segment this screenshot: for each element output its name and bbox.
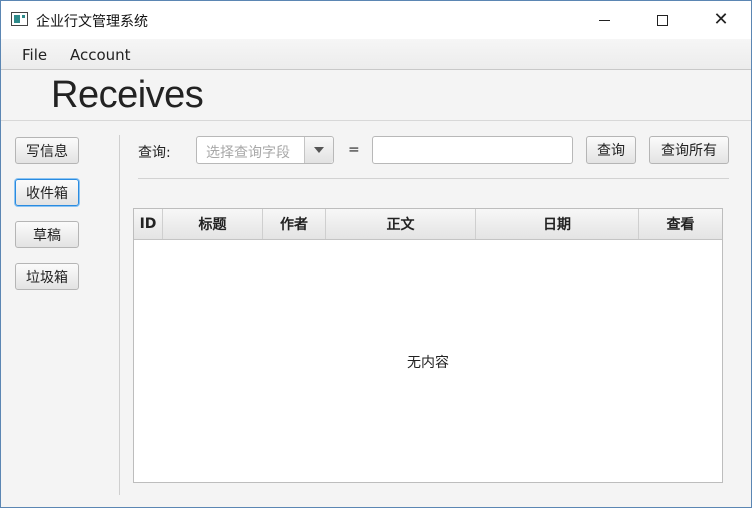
search-button[interactable]: 查询 xyxy=(586,136,636,164)
menu-file[interactable]: File xyxy=(22,46,47,64)
equals-label: = xyxy=(348,142,360,158)
query-value-input[interactable] xyxy=(372,136,573,164)
minimize-icon xyxy=(598,19,610,21)
column-header-author[interactable]: 作者 xyxy=(263,209,326,239)
sidebar-divider xyxy=(119,135,120,495)
sidebar-item-trash[interactable]: 垃圾箱 xyxy=(15,263,79,290)
page-header: Receives xyxy=(1,71,751,121)
messages-table[interactable]: ID 标题 作者 正文 日期 查看 无内容 xyxy=(133,208,723,483)
table-empty-placeholder: 无内容 xyxy=(407,355,449,371)
title-bar[interactable]: 企业行文管理系统 ✕ xyxy=(1,1,751,39)
maximize-icon xyxy=(656,14,668,26)
app-window: 企业行文管理系统 ✕ File Account Receives 写信息 收件箱… xyxy=(0,0,752,508)
query-field-select[interactable]: 选择查询字段 xyxy=(196,136,334,164)
query-divider xyxy=(138,178,729,179)
column-header-id[interactable]: ID xyxy=(134,209,163,239)
column-header-view[interactable]: 查看 xyxy=(639,209,722,239)
menu-account[interactable]: Account xyxy=(70,46,131,64)
sidebar-item-compose[interactable]: 写信息 xyxy=(15,137,79,164)
window-title: 企业行文管理系统 xyxy=(36,14,148,30)
close-icon: ✕ xyxy=(713,9,729,30)
chevron-down-icon xyxy=(314,147,324,153)
close-button[interactable]: ✕ xyxy=(692,1,750,39)
maximize-button[interactable] xyxy=(633,1,691,39)
dropdown-toggle[interactable] xyxy=(304,137,333,163)
page-title: Receives xyxy=(51,74,204,116)
search-all-button[interactable]: 查询所有 xyxy=(649,136,729,164)
minimize-button[interactable] xyxy=(575,1,633,39)
query-field-placeholder: 选择查询字段 xyxy=(206,145,290,161)
column-header-date[interactable]: 日期 xyxy=(476,209,639,239)
table-header: ID 标题 作者 正文 日期 查看 xyxy=(134,209,722,240)
query-label: 查询: xyxy=(138,145,171,161)
column-header-title[interactable]: 标题 xyxy=(163,209,263,239)
menu-bar: File Account xyxy=(1,39,751,70)
app-icon xyxy=(11,12,28,26)
sidebar-item-inbox[interactable]: 收件箱 xyxy=(15,179,79,206)
sidebar-item-drafts[interactable]: 草稿 xyxy=(15,221,79,248)
column-header-body[interactable]: 正文 xyxy=(326,209,476,239)
